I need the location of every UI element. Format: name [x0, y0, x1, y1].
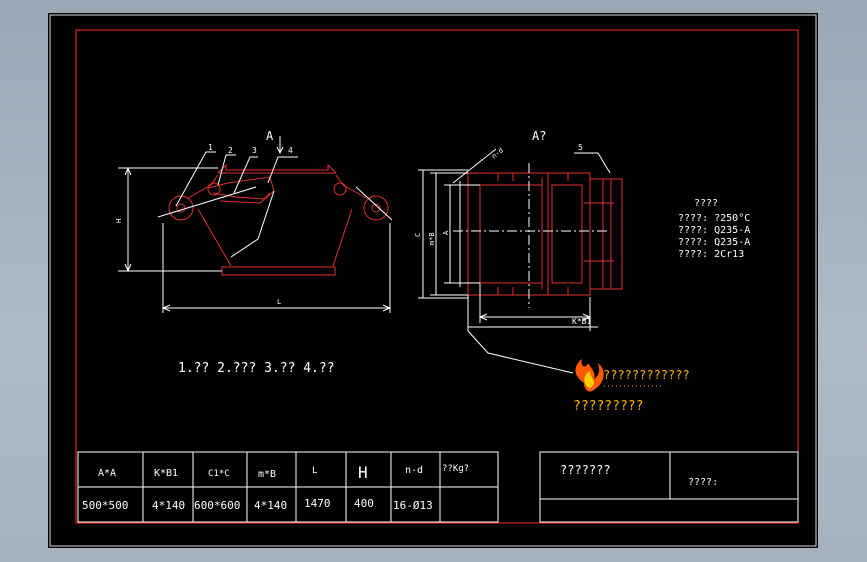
param-table — [77, 451, 499, 523]
watermark-line-1: ???????????? — [603, 368, 690, 382]
td-nd: 16-Ø13 — [393, 499, 433, 512]
note-line-3: ????: Q235-A — [678, 237, 750, 248]
dim-kb-label: K*B1 — [572, 317, 591, 326]
note-line-1: ????: ?250°C — [678, 213, 750, 224]
notes-title: ???? — [694, 198, 718, 209]
th-mb: m*B — [258, 469, 276, 480]
callout-2: 2 — [228, 146, 233, 155]
td-mb: 4*140 — [254, 499, 287, 512]
callout-5: 5 — [578, 143, 583, 152]
dim-mb-label: m*B — [428, 232, 436, 245]
top-flange — [217, 163, 337, 174]
title-block-field: ????: — [688, 477, 718, 488]
front-view — [118, 136, 393, 313]
th-axa: A*A — [98, 468, 116, 479]
watermark-line-2: ????????? — [573, 399, 643, 414]
th-weight: ??Kg? — [442, 464, 469, 474]
watermark-leader — [467, 330, 574, 374]
th-nd: n-d — [405, 465, 423, 476]
right-wheel — [363, 195, 389, 221]
note-line-2: ????: Q235-A — [678, 225, 750, 236]
side-view-title: A? — [532, 129, 546, 143]
th-kb1: K*B1 — [154, 468, 178, 479]
left-wheel — [168, 195, 194, 221]
td-axa: 500*500 — [82, 499, 128, 512]
dim-l-label: L — [277, 298, 281, 306]
flame-logo-icon — [575, 359, 604, 392]
dim-c-label: C — [414, 233, 422, 237]
callout-3: 3 — [252, 146, 257, 155]
outer-border — [49, 14, 817, 547]
td-c1c: 600*600 — [194, 499, 240, 512]
td-l: 1470 — [304, 497, 331, 510]
side-actuator — [589, 178, 623, 290]
td-h: 400 — [354, 497, 374, 510]
dim-h-label: H — [115, 219, 123, 223]
side-view — [418, 148, 623, 374]
cad-drawing: 1 2 3 4 A H L A? 5 n-d C m*B A K*B1 ????… — [49, 14, 817, 547]
note-line-4: ????: 2Cr13 — [678, 249, 744, 260]
view-arrow-label: A — [266, 129, 274, 143]
th-l: L — [312, 466, 317, 476]
callout-nd: n-d — [490, 146, 505, 160]
inner-opening — [479, 184, 543, 284]
parts-caption: 1.?? 2.??? 3.?? 4.?? — [178, 361, 335, 376]
th-h: H — [358, 463, 368, 482]
callout-1: 1 — [208, 143, 213, 152]
bottom-flange — [221, 266, 336, 276]
th-c1c: C1*C — [208, 469, 230, 479]
inner-frame — [75, 29, 799, 524]
dim-a-label: A — [442, 230, 450, 235]
drawing-sheet: 1 2 3 4 A H L A? 5 n-d C m*B A K*B1 ????… — [48, 13, 818, 548]
td-kb1: 4*140 — [152, 499, 185, 512]
title-block-name: ??????? — [560, 463, 611, 477]
callout-4: 4 — [288, 146, 293, 155]
callout-leaders — [175, 151, 216, 207]
